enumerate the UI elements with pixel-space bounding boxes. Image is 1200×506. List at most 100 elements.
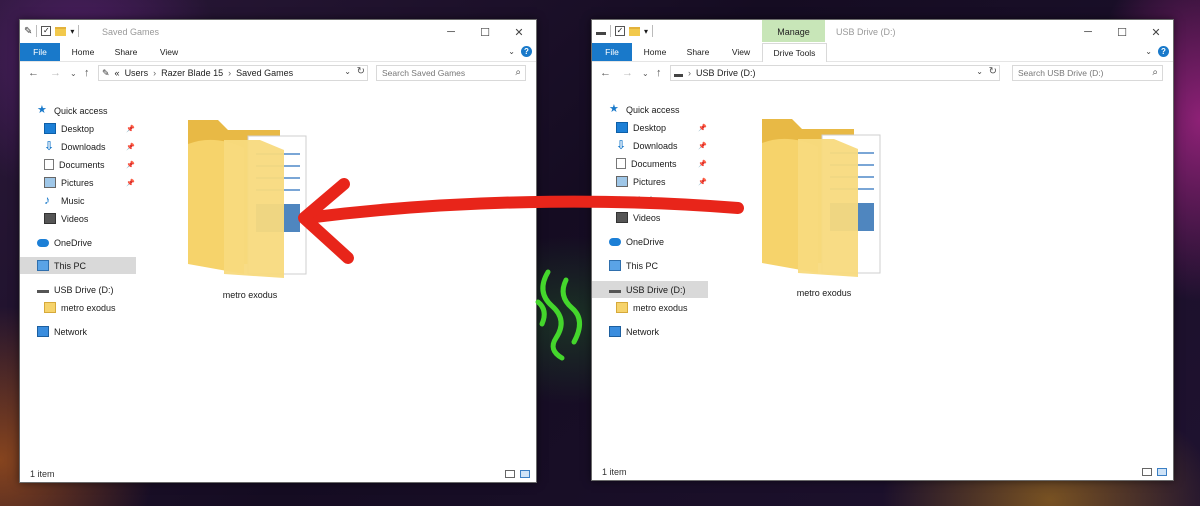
cloud-icon: [609, 237, 621, 246]
breadcrumb-saved-games[interactable]: Saved Games: [236, 68, 293, 78]
up-arrow-icon[interactable]: ↑: [656, 67, 662, 79]
nav-usb-drive[interactable]: USB Drive (D:): [592, 281, 708, 298]
nav-label: Pictures: [61, 177, 94, 188]
pin-icon[interactable]: 📌: [126, 143, 135, 151]
breadcrumb-usb-drive[interactable]: USB Drive (D:): [696, 68, 756, 78]
tab-share[interactable]: Share: [682, 43, 714, 61]
minimize-button[interactable]: ─: [1071, 20, 1105, 44]
tab-home[interactable]: Home: [638, 43, 672, 61]
nav-documents[interactable]: Documents: [44, 156, 105, 173]
nav-onedrive[interactable]: OneDrive: [609, 233, 664, 250]
tab-manage[interactable]: Manage: [762, 20, 825, 42]
breadcrumb-chevron-icon[interactable]: ›: [228, 68, 231, 78]
tab-file[interactable]: File: [592, 43, 632, 61]
new-folder-icon[interactable]: [55, 26, 67, 36]
close-button[interactable]: ✕: [502, 20, 536, 44]
help-icon[interactable]: ?: [1158, 46, 1169, 57]
tab-view[interactable]: View: [726, 43, 756, 61]
address-dropdown-icon[interactable]: ⌄: [344, 67, 351, 76]
close-button[interactable]: ✕: [1139, 20, 1173, 44]
nav-music[interactable]: ♪ Music: [616, 191, 657, 208]
pin-icon[interactable]: 📌: [126, 161, 135, 169]
file-list[interactable]: metro exodus: [140, 98, 536, 462]
nav-label: Network: [626, 326, 660, 337]
forward-arrow-icon[interactable]: →: [50, 67, 61, 79]
ribbon-expand-icon[interactable]: ⌄: [508, 47, 515, 56]
nav-network[interactable]: Network: [609, 323, 659, 340]
forward-arrow-icon[interactable]: →: [622, 67, 633, 79]
recent-locations-icon[interactable]: ⌄: [642, 69, 649, 78]
address-dropdown-icon[interactable]: ⌄: [976, 67, 983, 76]
ribbon-expand-icon[interactable]: ⌄: [1145, 47, 1152, 56]
nav-quick-access[interactable]: ★ Quick access: [609, 101, 680, 118]
qat-dropdown-icon[interactable]: ▾: [644, 27, 648, 36]
nav-music[interactable]: ♪ Music: [44, 192, 85, 209]
address-bar[interactable]: › USB Drive (D:) ⌄ ↻: [670, 65, 1000, 81]
pin-icon[interactable]: 📌: [698, 124, 707, 132]
properties-icon[interactable]: ✓: [41, 26, 52, 36]
nav-this-pc[interactable]: This PC: [609, 257, 658, 274]
breadcrumb-chevron-icon[interactable]: ›: [153, 68, 156, 78]
pin-icon[interactable]: 📌: [126, 179, 135, 187]
refresh-icon[interactable]: ↻: [357, 66, 365, 77]
maximize-button[interactable]: ☐: [1105, 20, 1139, 44]
maximize-button[interactable]: ☐: [468, 20, 502, 44]
pin-icon[interactable]: 📌: [126, 125, 135, 133]
folder-large-icon[interactable]: [758, 113, 884, 279]
up-arrow-icon[interactable]: ↑: [84, 67, 90, 79]
nav-pictures[interactable]: Pictures: [44, 174, 94, 191]
title-bar[interactable]: ✎ ✓ ▾ Saved Games ─ ☐ ✕: [20, 20, 536, 44]
nav-metro-exodus[interactable]: metro exodus: [44, 299, 116, 316]
new-folder-icon[interactable]: [629, 26, 640, 36]
nav-onedrive[interactable]: OneDrive: [37, 234, 92, 251]
nav-documents[interactable]: Documents: [616, 155, 677, 172]
nav-videos[interactable]: Videos: [44, 210, 88, 227]
tab-home[interactable]: Home: [66, 43, 100, 61]
nav-network[interactable]: Network: [37, 323, 87, 340]
help-icon[interactable]: ?: [521, 46, 532, 57]
nav-usb-drive[interactable]: USB Drive (D:): [37, 281, 114, 298]
file-list[interactable]: metro exodus: [712, 98, 1173, 460]
nav-desktop[interactable]: Desktop: [616, 119, 666, 136]
refresh-icon[interactable]: ↻: [989, 66, 997, 77]
nav-metro-exodus[interactable]: metro exodus: [616, 299, 688, 316]
nav-pictures[interactable]: Pictures: [616, 173, 666, 190]
minimize-button[interactable]: ─: [434, 20, 468, 44]
folder-name[interactable]: metro exodus: [754, 288, 894, 298]
tab-drive-tools[interactable]: Drive Tools: [762, 43, 827, 62]
explorer-window-usb-drive[interactable]: ✓ ▾ Manage USB Drive (D:) ─ ☐ ✕ File Hom…: [591, 19, 1174, 481]
nav-videos[interactable]: Videos: [616, 209, 660, 226]
nav-this-pc[interactable]: This PC: [20, 257, 136, 274]
nav-label: Documents: [631, 158, 677, 169]
address-overflow[interactable]: «: [115, 68, 120, 78]
properties-icon[interactable]: ✓: [615, 26, 625, 36]
details-view-icon[interactable]: [505, 470, 515, 478]
tab-view[interactable]: View: [154, 43, 184, 61]
folder-name[interactable]: metro exodus: [180, 290, 320, 300]
search-input[interactable]: Search Saved Games ⌕: [376, 65, 526, 81]
tab-file[interactable]: File: [20, 43, 60, 61]
back-arrow-icon[interactable]: ←: [600, 67, 611, 79]
search-input[interactable]: Search USB Drive (D:) ⌕: [1012, 65, 1163, 81]
large-icons-view-icon[interactable]: [520, 470, 530, 478]
details-view-icon[interactable]: [1142, 468, 1152, 476]
nav-quick-access[interactable]: ★ Quick access: [37, 102, 108, 119]
breadcrumb-chevron-icon[interactable]: ›: [688, 68, 691, 78]
pin-icon[interactable]: 📌: [698, 142, 707, 150]
back-arrow-icon[interactable]: ←: [28, 67, 39, 79]
folder-large-icon[interactable]: [184, 114, 310, 280]
title-bar[interactable]: ✓ ▾ Manage USB Drive (D:) ─ ☐ ✕: [592, 20, 1173, 44]
qat-dropdown-icon[interactable]: ▾: [70, 27, 74, 36]
nav-downloads[interactable]: ⇩ Downloads: [616, 137, 678, 154]
breadcrumb-users[interactable]: Users: [125, 68, 149, 78]
nav-downloads[interactable]: ⇩ Downloads: [44, 138, 106, 155]
address-bar[interactable]: ✎ « Users › Razer Blade 15 › Saved Games…: [98, 65, 368, 81]
pin-icon[interactable]: 📌: [698, 178, 707, 186]
large-icons-view-icon[interactable]: [1157, 468, 1167, 476]
recent-locations-icon[interactable]: ⌄: [70, 69, 77, 78]
breadcrumb-razer-blade-15[interactable]: Razer Blade 15: [161, 68, 223, 78]
tab-share[interactable]: Share: [110, 43, 142, 61]
nav-desktop[interactable]: Desktop: [44, 120, 94, 137]
pin-icon[interactable]: 📌: [698, 160, 707, 168]
explorer-window-saved-games[interactable]: ✎ ✓ ▾ Saved Games ─ ☐ ✕ File Home Share …: [19, 19, 537, 483]
